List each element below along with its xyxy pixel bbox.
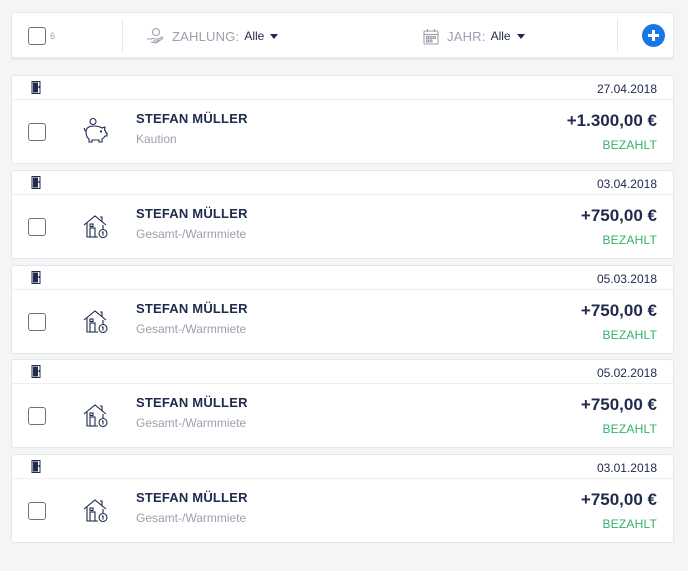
- toolbar-divider: [617, 19, 618, 52]
- payment-amount: +750,00 €: [580, 490, 657, 509]
- payment-category: Gesamt-/Warmmiete: [136, 227, 247, 241]
- chevron-down-icon: [516, 33, 525, 39]
- payment-amount: +750,00 €: [580, 301, 657, 320]
- selection-count: 6: [50, 31, 56, 41]
- house-rent-icon: [82, 307, 110, 340]
- tenant-name: STEFAN MÜLLER: [136, 206, 248, 221]
- year-filter-dropdown[interactable]: JAHR: Alle: [423, 13, 525, 59]
- payment-category: Kaution: [136, 132, 177, 146]
- payment-card-header: 03.01.2018: [12, 455, 673, 479]
- payment-checkbox[interactable]: [28, 218, 46, 236]
- year-filter-label: JAHR:: [447, 28, 486, 44]
- payment-status-badge: BEZAHLT: [602, 233, 657, 247]
- payment-category: Gesamt-/Warmmiete: [136, 416, 247, 430]
- payment-card[interactable]: 27.04.2018 STEFAN MÜLLER Kaution +1.300,…: [11, 75, 674, 164]
- payment-checkbox[interactable]: [28, 313, 46, 331]
- payment-date: 05.03.2018: [596, 272, 657, 286]
- toolbar-divider: [122, 19, 123, 52]
- door-icon: [31, 176, 41, 194]
- payment-status-badge: BEZAHLT: [602, 328, 657, 342]
- house-rent-icon: [82, 496, 110, 529]
- payment-date: 03.04.2018: [596, 177, 657, 191]
- payment-card[interactable]: 03.04.2018 STEFAN MÜLLER Gesamt-/Warmmie…: [11, 170, 674, 259]
- house-rent-icon: [82, 212, 110, 245]
- select-all-checkbox[interactable]: [28, 27, 46, 45]
- payment-checkbox[interactable]: [28, 123, 46, 141]
- chevron-down-icon: [270, 33, 279, 39]
- payment-date: 03.01.2018: [596, 461, 657, 475]
- tenant-name: STEFAN MÜLLER: [136, 395, 248, 410]
- payment-status-badge: BEZAHLT: [602, 138, 657, 152]
- payment-status-badge: BEZAHLT: [602, 517, 657, 531]
- payment-filter-value: Alle: [244, 29, 265, 43]
- house-rent-icon: [82, 401, 110, 434]
- tenant-name: STEFAN MÜLLER: [136, 490, 248, 505]
- payment-checkbox[interactable]: [28, 502, 46, 520]
- payment-card-header: 05.03.2018: [12, 266, 673, 290]
- payment-card[interactable]: 03.01.2018 STEFAN MÜLLER Gesamt-/Warmmie…: [11, 454, 674, 543]
- door-icon: [31, 271, 41, 289]
- payment-card-header: 05.02.2018: [12, 360, 673, 384]
- payment-card-header: 27.04.2018: [12, 76, 673, 100]
- payment-card[interactable]: 05.03.2018 STEFAN MÜLLER Gesamt-/Warmmie…: [11, 265, 674, 354]
- payment-filter-dropdown[interactable]: ZAHLUNG: Alle: [146, 13, 279, 59]
- door-icon: [31, 365, 41, 383]
- payment-checkbox[interactable]: [28, 407, 46, 425]
- door-icon: [31, 460, 41, 478]
- payment-amount: +750,00 €: [580, 395, 657, 414]
- payment-date: 05.02.2018: [596, 366, 657, 380]
- payment-status-badge: BEZAHLT: [602, 422, 657, 436]
- payment-date: 27.04.2018: [596, 82, 657, 96]
- payment-amount: +750,00 €: [580, 206, 657, 225]
- plus-icon: [648, 30, 659, 41]
- piggy-bank-icon: [82, 117, 110, 150]
- payment-amount: +1.300,00 €: [566, 111, 657, 130]
- filter-toolbar: 6 ZAHLUNG: Alle JAHR: Alle: [11, 12, 674, 58]
- year-filter-value: Alle: [490, 29, 511, 43]
- payment-category: Gesamt-/Warmmiete: [136, 511, 247, 525]
- add-payment-button[interactable]: [642, 24, 665, 47]
- tenant-name: STEFAN MÜLLER: [136, 111, 248, 126]
- payment-category: Gesamt-/Warmmiete: [136, 322, 247, 336]
- payment-filter-label: ZAHLUNG:: [172, 28, 240, 44]
- tenant-name: STEFAN MÜLLER: [136, 301, 248, 316]
- calendar-icon: [423, 28, 439, 45]
- hand-coin-icon: [146, 27, 164, 45]
- door-icon: [31, 81, 41, 99]
- payment-card-header: 03.04.2018: [12, 171, 673, 195]
- payment-card[interactable]: 05.02.2018 STEFAN MÜLLER Gesamt-/Warmmie…: [11, 359, 674, 448]
